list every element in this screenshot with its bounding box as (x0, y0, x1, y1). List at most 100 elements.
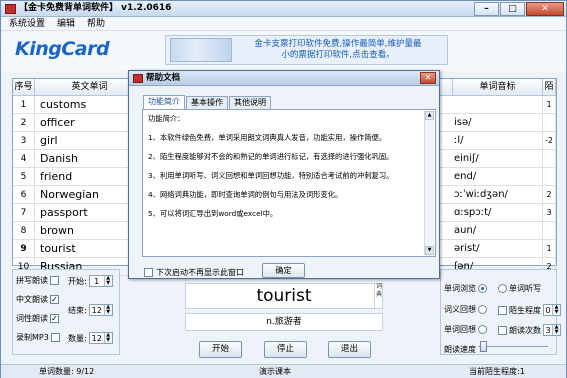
row-phonetic: ɔːˈwiːdʒən/ (453, 186, 543, 204)
recall-radio[interactable] (478, 305, 487, 314)
status-level: 当前陌生程度:1 (469, 367, 525, 376)
record-mp3-option[interactable]: 录制MP3 (16, 332, 60, 343)
browse-radio[interactable] (478, 284, 487, 293)
ok-button[interactable]: 确定 (262, 263, 305, 278)
dictation-label: 单词听写 (509, 284, 541, 293)
control-panel: 拼写朗读 中文朗读 ✓ 词性朗读 ✓ 录制MP3 开始: 1 ▲ ▼ 结束: 12 ▲ ▼ … (12, 267, 561, 361)
memory-level-value: 0 (545, 305, 551, 315)
help-scrollbar[interactable]: ▲ ▼ (424, 111, 434, 255)
end-spinner[interactable]: 12 ▲ ▼ (88, 304, 113, 316)
stop-button[interactable]: 停止 (264, 341, 307, 358)
banner-text[interactable]: 金卡支票打印软件免费,操作最简单,维护量最 小的票据打印软件,点击查看。 (238, 39, 438, 61)
help-line: 4、网络词典功能，即时查询单词的例句与用法及词形变化。 (148, 190, 343, 199)
dont-show-checkbox[interactable] (144, 268, 153, 277)
read-times-value: 3 (545, 325, 551, 335)
status-word-count: 单词数量: 9/12 (39, 367, 95, 376)
start-button[interactable]: 开始 (199, 341, 242, 358)
browse-mode[interactable]: 单词浏览 (444, 283, 487, 294)
help-line: 3、利用单词听写、词义回想和单词回想功能，特别适合考试前的冲刺复习。 (148, 171, 394, 180)
tab-basic-ops[interactable]: 基本操作 (186, 96, 228, 109)
row-extra: 2 (543, 186, 556, 204)
spinner-arrows-icon[interactable]: ▲ ▼ (103, 305, 112, 315)
dialog-icon (133, 74, 143, 83)
spinner-arrows-icon[interactable]: ▲ ▼ (103, 333, 112, 343)
row-phonetic: ɑːspɔːt/ (453, 204, 543, 222)
exit-button[interactable]: 退出 (328, 341, 371, 358)
menu-system-settings[interactable]: 系统设置 (9, 17, 45, 30)
row-number: 7 (13, 204, 35, 222)
read-times-checkbox[interactable] (498, 325, 507, 335)
row-number: 1 (13, 96, 35, 114)
row-phonetic: end/ (453, 168, 543, 186)
dictation-radio[interactable] (498, 284, 507, 293)
minimize-button[interactable]: – (474, 2, 499, 16)
word-recall-radio[interactable] (478, 325, 487, 334)
spinner-arrows-icon[interactable]: ▲ ▼ (103, 276, 112, 286)
maximize-button[interactable]: □ (500, 2, 525, 16)
menu-edit[interactable]: 编辑 (57, 17, 75, 30)
word-meaning: n.旅游者 (185, 313, 383, 331)
row-extra: 1 (543, 96, 556, 114)
spinner-arrows-icon[interactable]: ▲ ▼ (552, 305, 560, 315)
app-icon (5, 4, 16, 14)
close-button[interactable]: ✕ (526, 2, 564, 16)
row-phonetic: ːl/ (453, 132, 543, 150)
memory-level-checkbox[interactable] (498, 305, 507, 315)
memory-level-setting: 陌生程度 0 ▲ ▼ (498, 304, 561, 316)
recall-label: 词义回想 (444, 305, 476, 314)
slider-thumb-icon[interactable] (480, 341, 487, 352)
menu-help[interactable]: 帮助 (87, 17, 105, 30)
col-header-extra[interactable]: 陌 (543, 79, 556, 96)
row-number: 3 (13, 132, 35, 150)
count-setting: 数量: 12 ▲ ▼ (68, 332, 113, 344)
cn-read-checkbox[interactable]: ✓ (50, 295, 59, 304)
spell-read-checkbox[interactable] (50, 276, 59, 285)
spinner-arrows-icon[interactable]: ▲ ▼ (552, 325, 560, 335)
phrase-read-option[interactable]: 词性朗读 ✓ (16, 313, 59, 324)
read-times-spinner[interactable]: 3 ▲ ▼ (543, 324, 561, 336)
row-phonetic: aun/ (453, 222, 543, 240)
dialog-close-button[interactable]: ✕ (420, 72, 436, 84)
memory-level-label: 陌生程度 (509, 305, 541, 315)
dont-show-option[interactable]: 下次启动不再显示此窗口 (144, 267, 244, 278)
row-extra (543, 114, 556, 132)
row-number: 2 (13, 114, 35, 132)
count-label: 数量: (68, 333, 87, 343)
speed-slider[interactable] (478, 341, 548, 356)
phrase-read-checkbox[interactable]: ✓ (50, 314, 59, 323)
end-value: 12 (91, 305, 102, 315)
record-mp3-checkbox[interactable] (50, 333, 60, 342)
help-line: 5、可以将词汇导出到word或excel中。 (148, 209, 278, 218)
col-header-phonetic[interactable]: 单词音标 (453, 79, 543, 96)
help-line: 2、陌生程度能够对不会的和熟记的单词进行标记，有选择的进行强化巩固。 (148, 152, 394, 161)
phrase-read-label: 词性朗读 (16, 314, 48, 323)
tab-features[interactable]: 功能简介 (143, 95, 185, 109)
spell-read-option[interactable]: 拼写朗读 (16, 275, 59, 286)
end-label: 结束: (68, 305, 87, 315)
row-extra (543, 168, 556, 186)
scroll-down-icon[interactable]: ▼ (425, 246, 434, 255)
recall-mode[interactable]: 词义回想 (444, 304, 487, 315)
help-line: 1、本软件绿色免费，单词采用朗文词典真人发音，功能实用，操作简便。 (148, 133, 387, 142)
dictation-mode[interactable]: 单词听写 (498, 283, 541, 294)
ad-banner[interactable]: 金卡支票打印软件免费,操作最简单,维护量最 小的票据打印软件,点击查看。 (165, 35, 448, 65)
count-spinner[interactable]: 12 ▲ ▼ (88, 332, 113, 344)
word-recall-mode[interactable]: 单词回想 (444, 324, 487, 335)
read-options-group: 拼写朗读 中文朗读 ✓ 词性朗读 ✓ 录制MP3 开始: 1 ▲ ▼ 结束: 12 ▲ ▼ … (12, 269, 120, 355)
menu-bar: 系统设置 编辑 帮助 (1, 17, 566, 31)
row-extra (543, 150, 556, 168)
start-spinner[interactable]: 1 ▲ ▼ (88, 275, 113, 287)
memory-level-spinner[interactable]: 0 ▲ ▼ (543, 304, 561, 316)
row-number: 6 (13, 186, 35, 204)
scroll-up-icon[interactable]: ▲ (425, 111, 434, 120)
help-text: 功能简介： 1、本软件绿色免费，单词采用朗文词典真人发音，功能实用，操作简便。 … (145, 114, 422, 254)
help-dialog: 帮助文档 ✕ 功能简介 基本操作 其他说明 功能简介： 1、本软件绿色免费，单词… (128, 70, 440, 279)
dictionary-link[interactable]: 词典 (374, 283, 383, 309)
logo: KingCard (15, 38, 110, 60)
tab-other-notes[interactable]: 其他说明 (229, 96, 271, 109)
cn-read-option[interactable]: 中文朗读 ✓ (16, 294, 59, 305)
col-header-num[interactable]: 序号 (13, 79, 35, 96)
end-setting: 结束: 12 ▲ ▼ (68, 304, 113, 316)
start-value: 1 (94, 276, 100, 286)
row-phonetic: ərist/ (453, 240, 543, 258)
